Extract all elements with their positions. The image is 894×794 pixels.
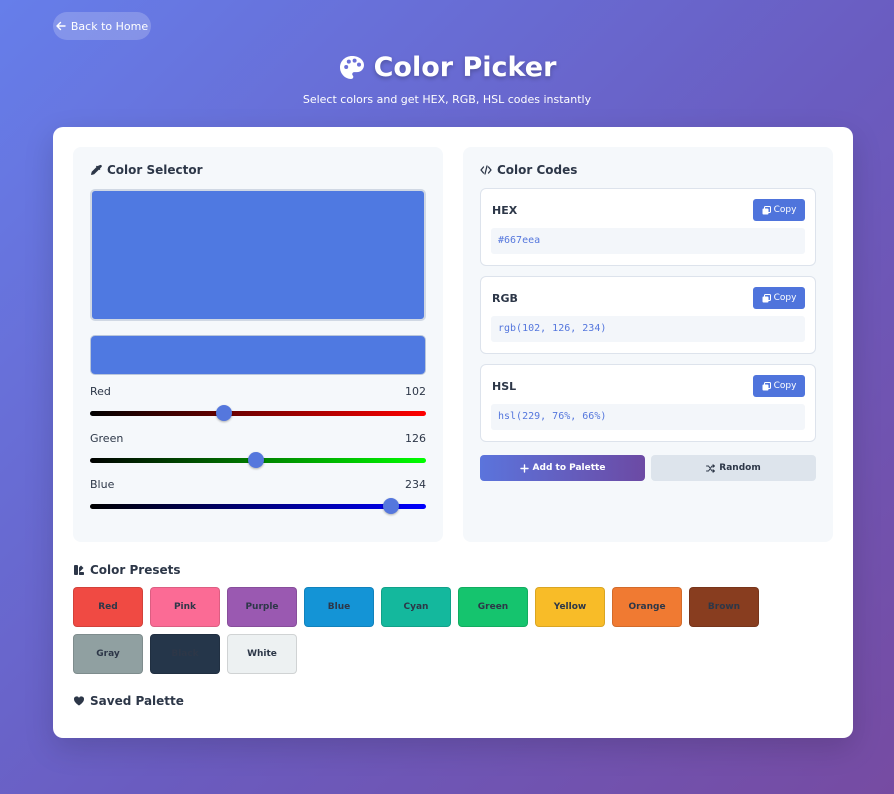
red-value: 102 <box>405 385 426 398</box>
heart-icon <box>73 696 85 706</box>
green-slider-row: Green 126 <box>90 432 426 468</box>
page-header: Color Picker Select colors and get HEX, … <box>0 52 894 106</box>
rgb-label: RGB <box>492 292 518 305</box>
copy-icon <box>762 205 771 214</box>
green-slider-thumb[interactable] <box>247 452 264 468</box>
red-slider-row: Red 102 <box>90 385 426 421</box>
red-slider-thumb[interactable] <box>216 405 233 421</box>
copy-icon <box>762 293 771 302</box>
blue-slider-row: Blue 234 <box>90 478 426 514</box>
preset-swatch-red[interactable]: Red <box>73 587 143 627</box>
color-codes-title: Color Codes <box>480 163 577 177</box>
page-title: Color Picker <box>0 52 894 83</box>
shuffle-icon <box>706 463 716 473</box>
blue-slider[interactable] <box>90 498 426 514</box>
color-selector-title: Color Selector <box>90 163 203 177</box>
green-label: Green <box>90 432 124 445</box>
swatches-icon <box>74 565 84 575</box>
preset-swatch-yellow[interactable]: Yellow <box>535 587 605 627</box>
preset-swatch-green[interactable]: Green <box>458 587 528 627</box>
hex-value[interactable]: #667eea <box>491 228 805 254</box>
hsl-label: HSL <box>492 380 517 393</box>
red-slider[interactable] <box>90 405 426 421</box>
preset-swatch-gray[interactable]: Gray <box>73 634 143 674</box>
page-subtitle: Select colors and get HEX, RGB, HSL code… <box>302 93 592 106</box>
copy-hex-button[interactable]: Copy <box>753 199 805 221</box>
code-icon <box>480 165 492 175</box>
blue-value: 234 <box>405 478 426 491</box>
rgb-value[interactable]: rgb(102, 126, 234) <box>491 316 805 342</box>
preset-swatch-brown[interactable]: Brown <box>689 587 759 627</box>
back-to-home-button[interactable]: Back to Home <box>53 12 151 40</box>
preset-swatch-blue[interactable]: Blue <box>304 587 374 627</box>
green-value: 126 <box>405 432 426 445</box>
palette-icon <box>339 55 364 79</box>
copy-hsl-button[interactable]: Copy <box>753 375 805 397</box>
random-button[interactable]: Random <box>651 455 816 481</box>
hex-label: HEX <box>492 204 518 217</box>
color-selector-panel: Color Selector Red 102 Green 126 Blue 23… <box>73 147 443 542</box>
color-codes-panel: Color Codes HEX Copy #667eea RGB Copy rg… <box>463 147 833 542</box>
color-presets-title: Color Presets <box>73 563 181 577</box>
preset-swatch-purple[interactable]: Purple <box>227 587 297 627</box>
plus-icon <box>519 463 529 473</box>
saved-palette-title: Saved Palette <box>73 694 184 708</box>
page-title-text: Color Picker <box>373 52 557 83</box>
blue-slider-thumb[interactable] <box>383 498 400 514</box>
back-label: Back to Home <box>70 19 149 33</box>
preset-swatch-cyan[interactable]: Cyan <box>381 587 451 627</box>
hsl-value[interactable]: hsl(229, 76%, 66%) <box>491 404 805 430</box>
rgb-code-box: RGB Copy rgb(102, 126, 234) <box>480 276 816 354</box>
green-slider[interactable] <box>90 452 426 468</box>
arrow-left-icon <box>56 21 66 31</box>
preset-swatch-pink[interactable]: Pink <box>150 587 220 627</box>
color-preview <box>90 189 426 321</box>
red-label: Red <box>90 385 111 398</box>
preset-swatch-white[interactable]: White <box>227 634 297 674</box>
blue-label: Blue <box>90 478 115 491</box>
copy-rgb-button[interactable]: Copy <box>753 287 805 309</box>
hsl-code-box: HSL Copy hsl(229, 76%, 66%) <box>480 364 816 442</box>
preset-swatches: Red Pink Purple Blue Cyan Green Yellow Orange Br… <box>73 587 835 674</box>
eyedropper-icon <box>91 164 102 175</box>
hex-code-box: HEX Copy #667eea <box>480 188 816 266</box>
add-to-palette-button[interactable]: Add to Palette <box>480 455 645 481</box>
main-card: Color Selector Red 102 Green 126 Blue 23… <box>53 127 853 738</box>
preset-swatch-orange[interactable]: Orange <box>612 587 682 627</box>
preset-swatch-black[interactable]: Black <box>150 634 220 674</box>
native-color-input[interactable] <box>90 335 426 375</box>
copy-icon <box>762 381 771 390</box>
